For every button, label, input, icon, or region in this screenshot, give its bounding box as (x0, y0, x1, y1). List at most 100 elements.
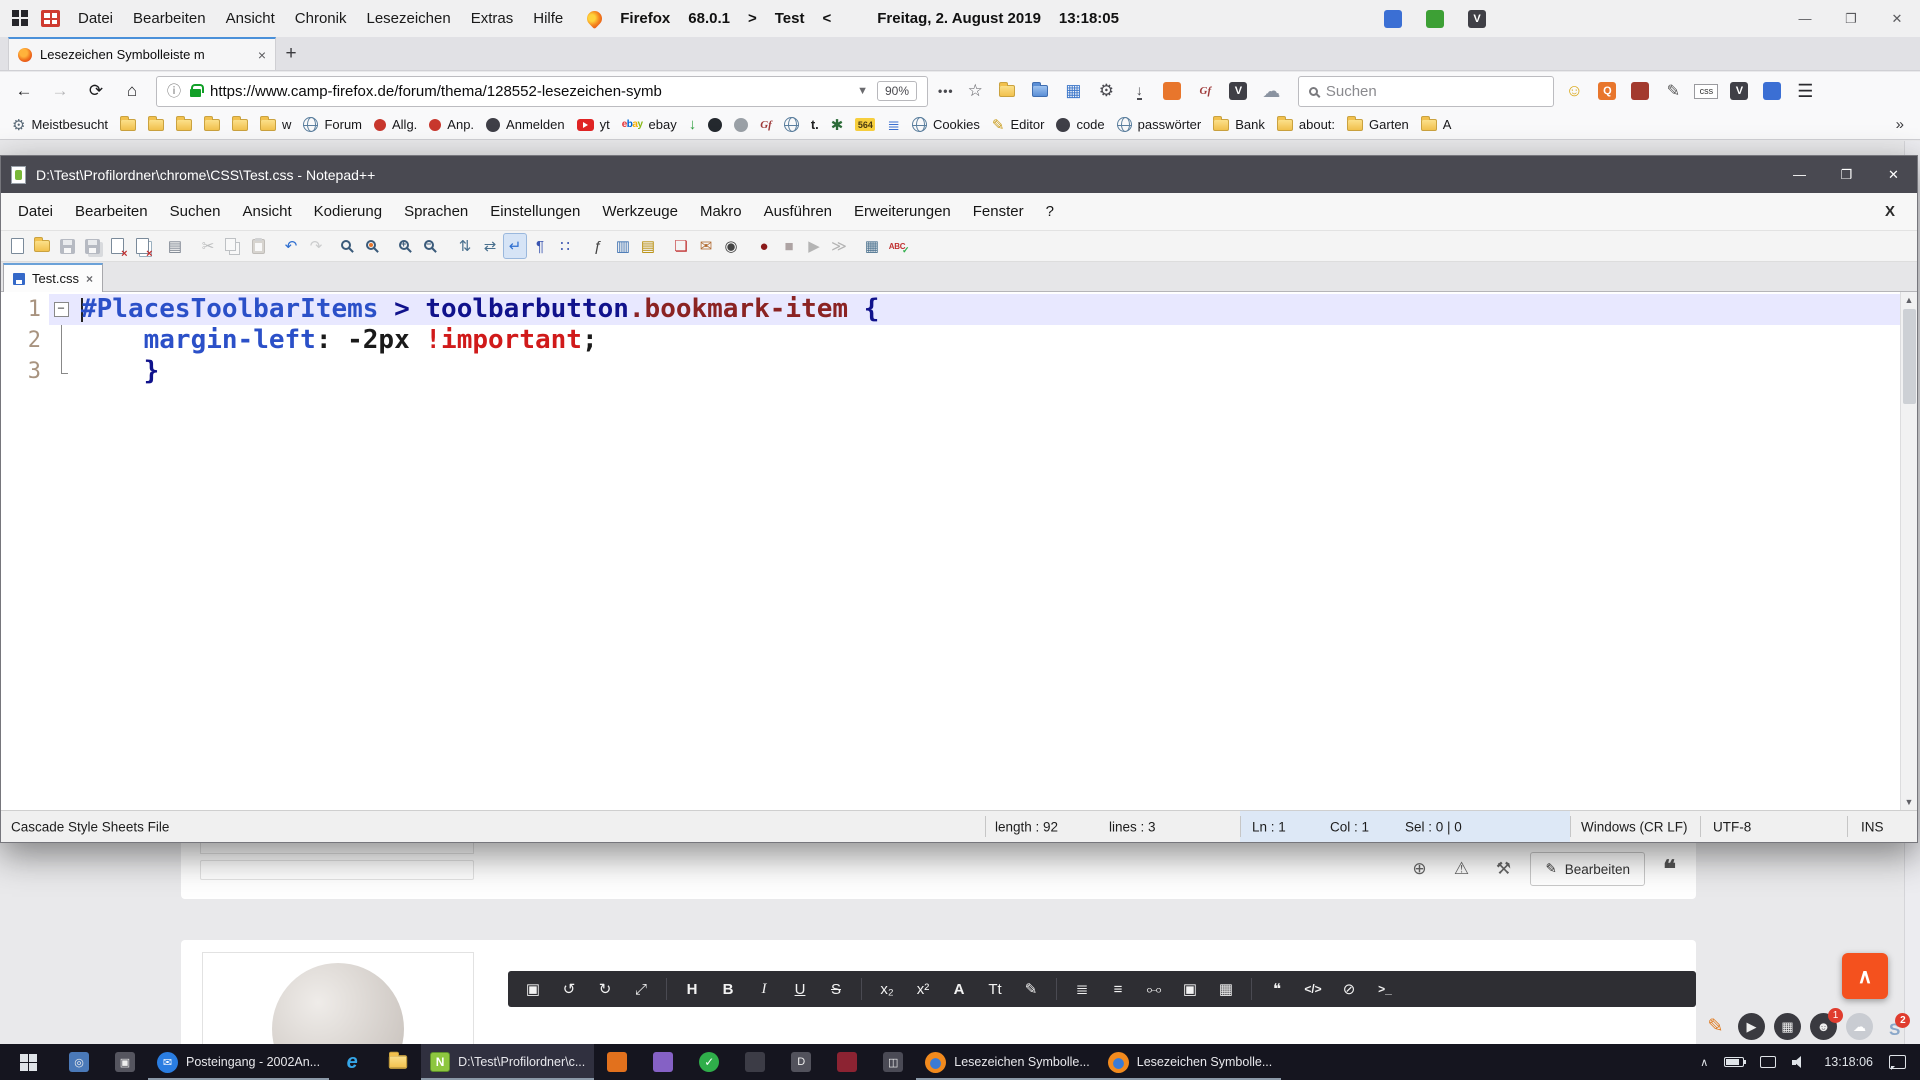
status-encoding[interactable]: UTF-8 (1713, 819, 1751, 834)
save-all-button[interactable] (80, 233, 104, 259)
document-map-button[interactable]: ▥ (611, 233, 635, 259)
pencil-addon-icon[interactable]: ✎ (1657, 76, 1690, 106)
scrollbar-thumb[interactable] (1903, 309, 1916, 404)
css-addon-icon[interactable]: css (1690, 76, 1723, 106)
task-firefox-1[interactable]: Lesezeichen Symbolle... (916, 1044, 1099, 1080)
superscript-icon[interactable]: x² (906, 971, 940, 1007)
red-addon-icon[interactable] (1624, 76, 1657, 106)
plugin-mail-button[interactable]: ✉ (694, 233, 718, 259)
heading-icon[interactable]: H (675, 971, 709, 1007)
macro-record-button[interactable]: ● (752, 233, 776, 259)
spell-abc-button[interactable]: ABC (885, 233, 909, 259)
npp-menu-ausfhren[interactable]: Ausführen (753, 203, 843, 220)
bookmark-cookies[interactable]: Cookies (906, 113, 986, 137)
cut-button[interactable]: ✂ (196, 233, 220, 259)
strikethrough-icon[interactable]: S (819, 971, 853, 1007)
overlay-panel-icon[interactable]: ▦ (1774, 1013, 1801, 1040)
search-bar[interactable]: Suchen (1298, 76, 1554, 107)
url-text[interactable]: https://www.camp-firefox.de/forum/thema/… (210, 83, 848, 100)
v2-addon-icon[interactable]: V (1723, 76, 1756, 106)
reload-button[interactable]: ⟳ (80, 76, 112, 106)
menu-chronik[interactable]: Chronik (285, 10, 357, 27)
blue-folder-icon[interactable] (1024, 76, 1057, 106)
document-list-button[interactable]: ▤ (636, 233, 660, 259)
bookmark-allg[interactable]: Allg. (368, 113, 423, 137)
task-app-d[interactable]: D (778, 1044, 824, 1080)
bold-icon[interactable]: B (711, 971, 745, 1007)
file-tab[interactable]: Test.css × (3, 263, 103, 292)
bookmark-bank[interactable]: Bank (1207, 113, 1271, 137)
indent-guide-button[interactable]: ∷ (553, 233, 577, 259)
zoom-out-button[interactable] (420, 233, 444, 259)
editor-rows[interactable]: 1#PlacesToolbarItems > toolbarbutton.boo… (1, 292, 1900, 810)
bookmark-folder-3[interactable] (170, 113, 198, 137)
show-all-characters-button[interactable]: ¶ (528, 233, 552, 259)
bookmark-tree[interactable]: ✱ (825, 113, 850, 137)
bookmarks-overflow-icon[interactable]: » (1886, 116, 1914, 133)
npp-menu-suchen[interactable]: Suchen (159, 203, 232, 220)
macro-play-button[interactable]: ▶ (802, 233, 826, 259)
browser-tab[interactable]: Lesezeichen Symbolleiste m × (8, 37, 276, 70)
quote-button-icon[interactable]: ❝ (1657, 855, 1682, 884)
editor-line[interactable]: 1#PlacesToolbarItems > toolbarbutton.boo… (1, 294, 1900, 325)
plugin-doc-button[interactable]: ❏ (669, 233, 693, 259)
gf-addon-icon[interactable]: Gf (1189, 76, 1222, 106)
library-folder-icon[interactable] (991, 76, 1024, 106)
npp-menu-werkzeuge[interactable]: Werkzeuge (591, 203, 689, 220)
image-icon[interactable]: ▣ (1173, 971, 1207, 1007)
find-button[interactable] (337, 233, 361, 259)
doc-grid-button[interactable]: ▦ (860, 233, 884, 259)
grid-icon[interactable]: ▦ (1057, 76, 1090, 106)
new-file-button[interactable] (5, 233, 29, 259)
macro-run-button[interactable]: ≫ (827, 233, 851, 259)
bookmark-github[interactable] (702, 113, 728, 137)
task-app-red[interactable] (824, 1044, 870, 1080)
bookmark-lines[interactable]: ≣ (881, 113, 906, 137)
undo-icon[interactable]: ↺ (552, 971, 586, 1007)
battery-icon[interactable] (1724, 1057, 1744, 1067)
q-addon-icon[interactable]: Q (1591, 76, 1624, 106)
volume-icon[interactable] (1792, 1056, 1808, 1069)
bookmark-folder-1[interactable] (114, 113, 142, 137)
redo-button[interactable]: ↷ (304, 233, 328, 259)
file-tab-close-icon[interactable]: × (86, 272, 93, 286)
v-addon-icon[interactable]: V (1222, 76, 1255, 106)
menu-ansicht[interactable]: Ansicht (216, 10, 285, 27)
bookmark-star-icon[interactable]: ☆ (964, 81, 987, 101)
editor-area[interactable]: 1#PlacesToolbarItems > toolbarbutton.boo… (1, 292, 1917, 810)
task-explorer[interactable] (375, 1044, 421, 1080)
task-firefox-2[interactable]: Lesezeichen Symbolle... (1099, 1044, 1282, 1080)
overlay-people-icon[interactable]: ☻1 (1810, 1013, 1837, 1040)
scroll-up-icon[interactable]: ▲ (1905, 292, 1914, 308)
bookmark-passwoerter[interactable]: passwörter (1111, 113, 1208, 137)
status-eol[interactable]: Windows (CR LF) (1581, 819, 1688, 834)
zoom-in-button[interactable] (395, 233, 419, 259)
table-icon[interactable]: ▦ (1209, 971, 1243, 1007)
word-wrap-button[interactable]: ↵ (503, 233, 527, 259)
menu-datei[interactable]: Datei (68, 10, 123, 27)
bookmark-folder-w[interactable]: w (254, 113, 297, 137)
bookmark-about[interactable]: about: (1271, 113, 1341, 137)
urlbar-dropdown-icon[interactable]: ▼ (857, 85, 868, 97)
tray-expand-icon[interactable]: ∧ (1700, 1056, 1708, 1069)
tab-close-icon[interactable]: × (258, 47, 266, 63)
bookmark-anmelden[interactable]: Anmelden (480, 113, 571, 137)
avatar[interactable] (272, 963, 404, 1044)
task-mail[interactable]: ✉Posteingang - 2002An... (148, 1044, 329, 1080)
firefox-maximize-button[interactable]: ❐ (1828, 0, 1874, 37)
tools-icon[interactable]: ⚒ (1488, 854, 1518, 884)
paste-button[interactable] (246, 233, 270, 259)
task-app-green[interactable]: ✓ (686, 1044, 732, 1080)
npp-menu-erweiterungen[interactable]: Erweiterungen (843, 203, 962, 220)
menubar-close-button[interactable]: X (1885, 203, 1911, 220)
menu-hilfe[interactable]: Hilfe (523, 10, 573, 27)
function-list-button[interactable]: ƒ (586, 233, 610, 259)
task-app-film[interactable]: ◫ (870, 1044, 916, 1080)
taskbar-pinned-icon-1[interactable]: ◎ (56, 1044, 102, 1080)
print-button[interactable]: ▤ (163, 233, 187, 259)
status-insert-mode[interactable]: INS (1861, 819, 1884, 834)
forward-button[interactable]: → (44, 76, 76, 106)
v-topbar-icon[interactable]: V (1468, 10, 1486, 28)
scroll-to-top-button[interactable]: ∧ (1842, 953, 1888, 999)
edit-button[interactable]: ✎ Bearbeiten (1530, 852, 1645, 886)
